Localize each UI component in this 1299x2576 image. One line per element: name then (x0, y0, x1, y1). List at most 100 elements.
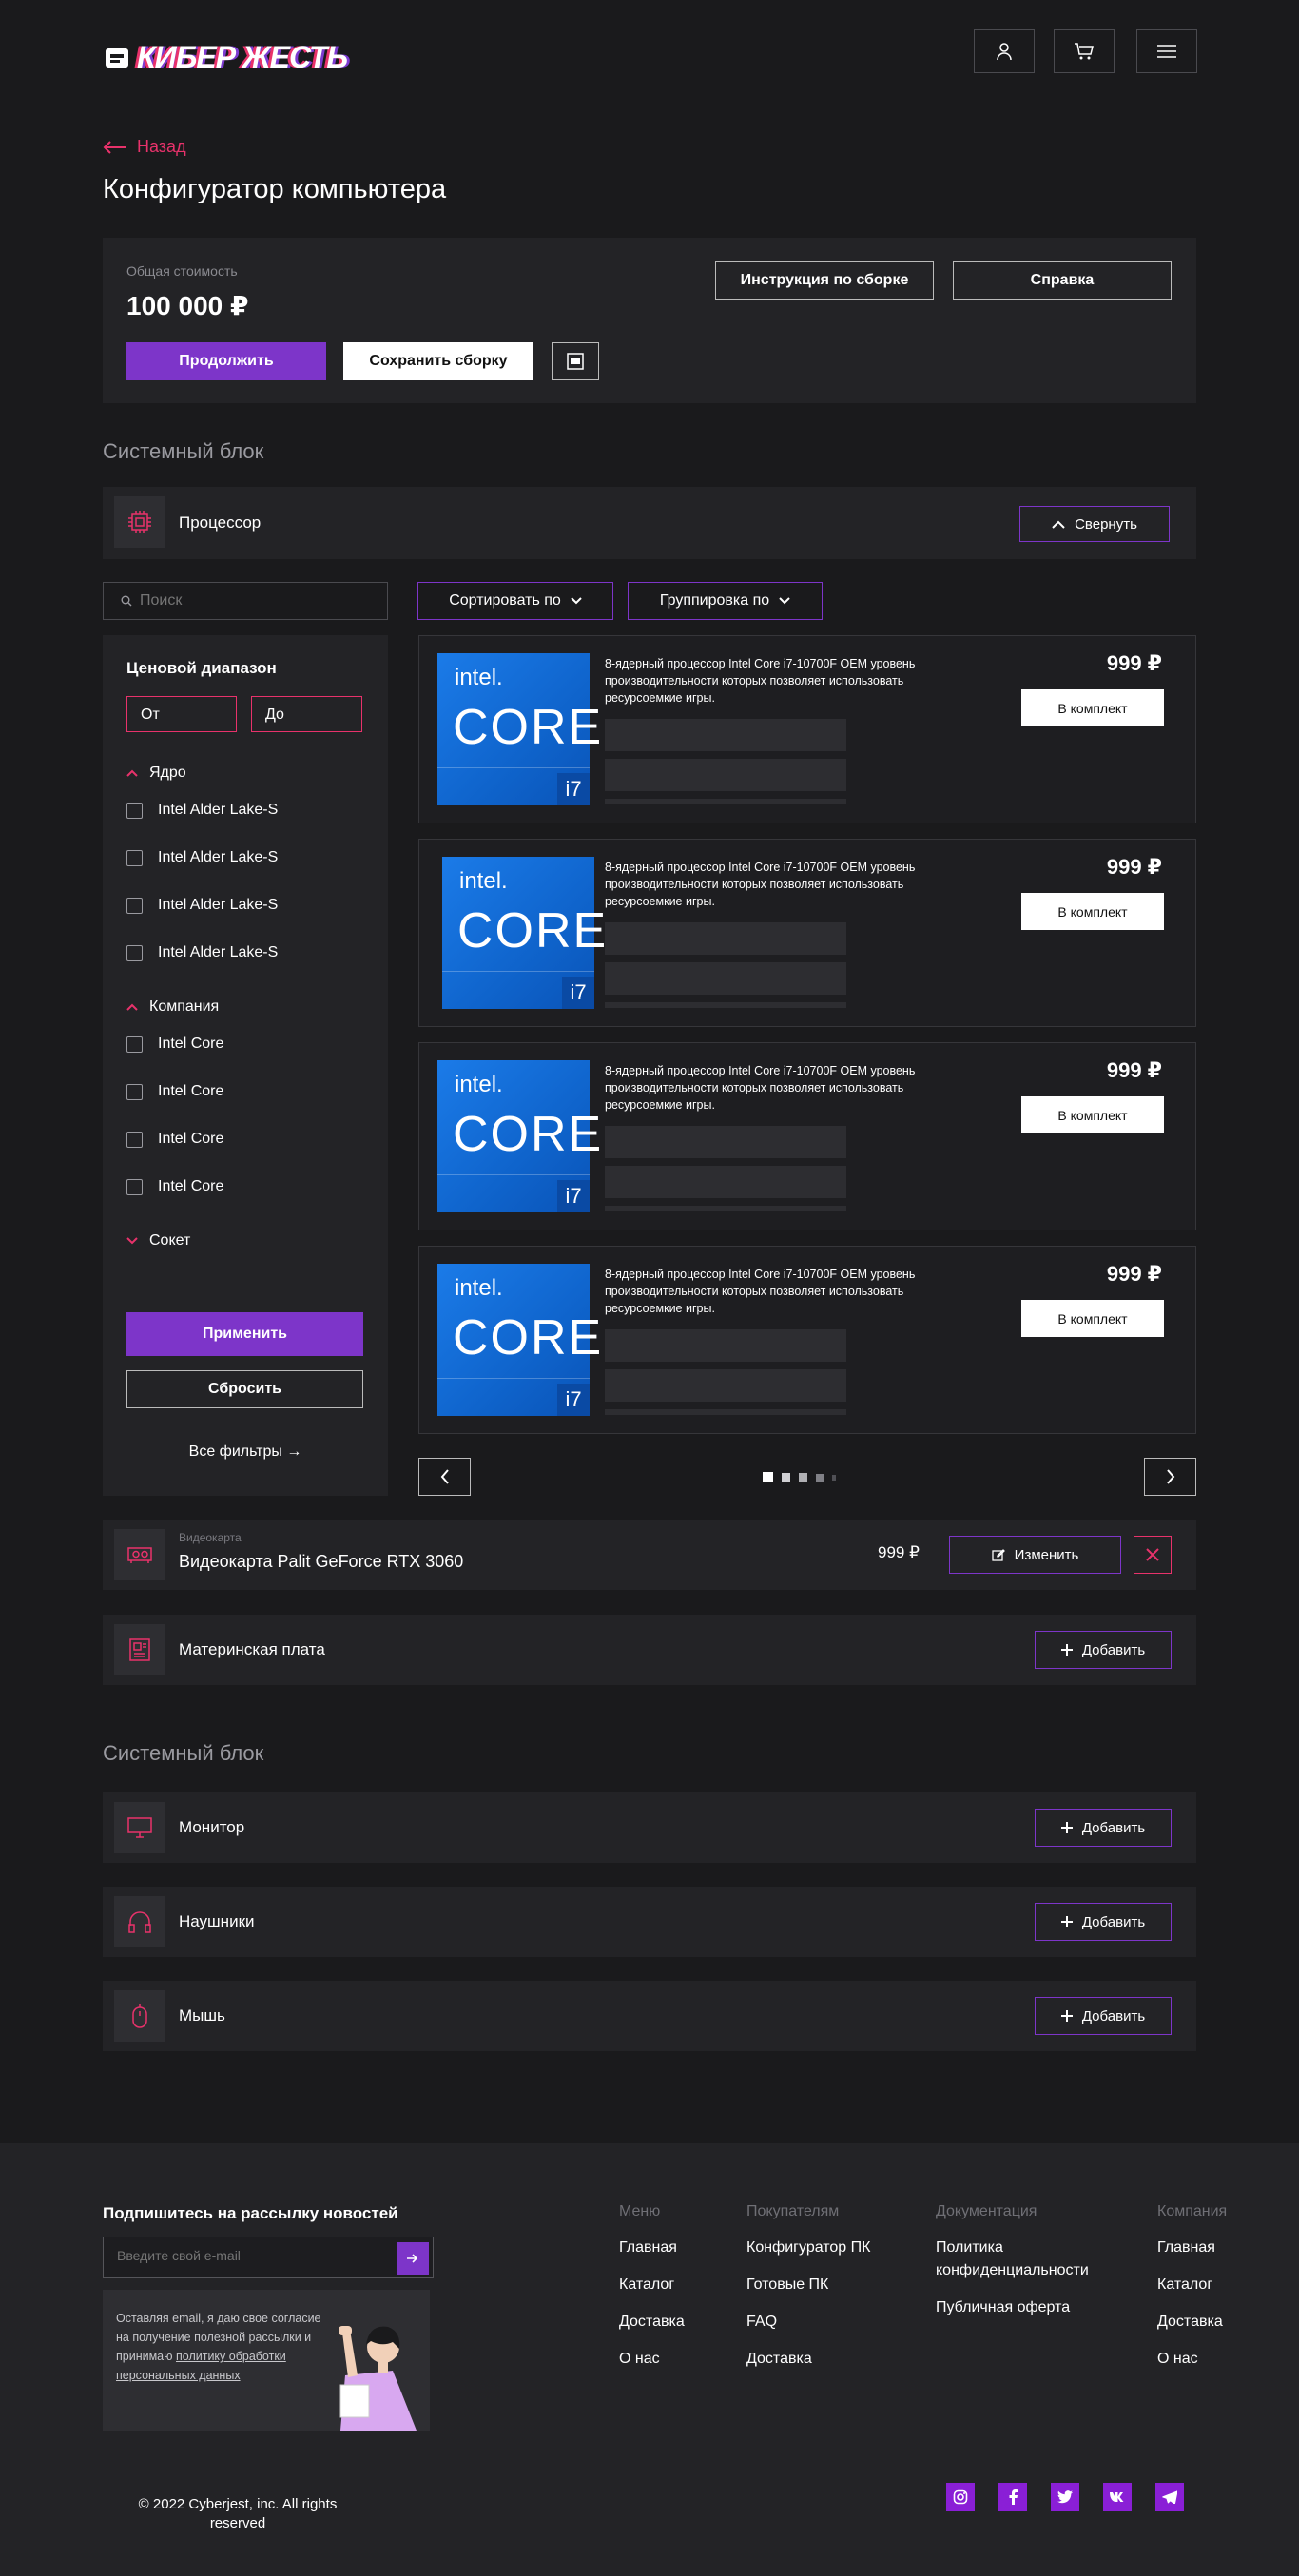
footer-link[interactable]: Каталог (619, 2274, 674, 2296)
profile-button[interactable] (974, 29, 1035, 73)
product-card: intel. CORE i7 8-ядерный процессор Intel C… (418, 1246, 1196, 1434)
group-label: Группировка по (659, 592, 770, 609)
filter-checkbox[interactable]: Intel Alder Lake-S (126, 849, 278, 866)
footer-link[interactable]: Публичная оферта (936, 2296, 1070, 2319)
filter-group-core[interactable]: Ядро (126, 765, 186, 782)
filter-group-company[interactable]: Компания (126, 998, 219, 1016)
summary-panel: Общая стоимость 100 000 ₽ Продолжить Сох… (103, 238, 1196, 403)
skeleton-line (605, 1206, 846, 1211)
twitter-icon[interactable] (1051, 2483, 1079, 2511)
add-to-build-button[interactable]: В комплект (1021, 689, 1164, 726)
footer-link[interactable]: Главная (619, 2237, 677, 2259)
add-headphones-button[interactable]: Добавить (1035, 1903, 1172, 1941)
filter-group-socket[interactable]: Сокет (126, 1232, 190, 1249)
chevron-down-icon (126, 1237, 138, 1245)
search-box[interactable] (103, 582, 388, 620)
chevron-up-icon (1052, 520, 1065, 529)
product-description: 8-ядерный процессор Intel Core i7-10700F… (605, 861, 916, 908)
instruction-button[interactable]: Инструкция по сборке (715, 261, 934, 300)
next-page-button[interactable] (1144, 1458, 1196, 1496)
vk-icon[interactable] (1103, 2483, 1132, 2511)
page-dot[interactable] (799, 1473, 807, 1482)
footer-link[interactable]: Каталог (1157, 2274, 1212, 2296)
page-dot-active[interactable] (763, 1472, 773, 1482)
sort-dropdown[interactable]: Сортировать по (417, 582, 613, 620)
filter-checkbox[interactable]: Intel Core (126, 1131, 223, 1148)
add-to-build-button[interactable]: В комплект (1021, 1096, 1164, 1133)
footer-link[interactable]: Конфигуратор ПК (746, 2237, 870, 2259)
collapse-button[interactable]: Свернуть (1019, 506, 1170, 542)
product-price: 999 ₽ (1106, 855, 1162, 879)
reset-filters-button[interactable]: Сбросить (126, 1370, 363, 1408)
footer-link[interactable]: Политика конфиденциальности (936, 2237, 1107, 2282)
footer-link[interactable]: Главная (1157, 2237, 1215, 2259)
product-brand: intel. (459, 868, 508, 894)
logo[interactable]: КИБЕР ЖЕСТЬ (103, 40, 348, 75)
add-to-build-button[interactable]: В комплект (1021, 893, 1164, 930)
checkbox[interactable] (126, 1178, 143, 1195)
checkbox[interactable] (126, 1036, 143, 1053)
telegram-icon[interactable] (1155, 2483, 1184, 2511)
menu-button[interactable] (1136, 29, 1197, 73)
mouse-row: Мышь Добавить (103, 1981, 1196, 2051)
headphones-icon (114, 1896, 165, 1947)
filter-checkbox[interactable]: Intel Alder Lake-S (126, 897, 278, 914)
skeleton-line (605, 799, 846, 804)
all-filters-link[interactable]: Все фильтры → (103, 1443, 388, 1461)
filter-checkbox[interactable]: Intel Core (126, 1036, 223, 1053)
page-dot[interactable] (832, 1474, 836, 1481)
filter-checkbox[interactable]: Intel Alder Lake-S (126, 944, 278, 961)
checkbox-label: Intel Alder Lake-S (158, 897, 279, 913)
filter-checkbox[interactable]: Intel Core (126, 1083, 223, 1100)
skeleton-line (605, 759, 846, 791)
subscribe-button[interactable] (397, 2242, 429, 2275)
page-dot[interactable] (782, 1473, 790, 1482)
add-to-build-button[interactable]: В комплект (1021, 1300, 1164, 1337)
footer-link[interactable]: FAQ (746, 2311, 777, 2334)
prev-page-button[interactable] (418, 1458, 471, 1496)
plus-icon (1060, 1644, 1073, 1656)
checkbox[interactable] (126, 897, 143, 914)
email-input[interactable] (117, 2248, 374, 2263)
change-button[interactable]: Изменить (949, 1536, 1121, 1574)
checkbox[interactable] (126, 944, 143, 961)
save-build-button[interactable]: Сохранить сборку (343, 342, 533, 380)
page-dot[interactable] (816, 1473, 824, 1482)
checkbox[interactable] (126, 802, 143, 819)
price-to-input[interactable]: До (251, 696, 362, 732)
pdf-icon (567, 353, 584, 370)
product-brand: intel. (455, 1275, 503, 1301)
checkbox-label: Intel Core (158, 1131, 224, 1147)
price-from-input[interactable]: От (126, 696, 237, 732)
filter-checkbox[interactable]: Intel Alder Lake-S (126, 802, 278, 819)
chevron-down-icon (779, 597, 790, 605)
group-dropdown[interactable]: Группировка по (628, 582, 823, 620)
footer-link[interactable]: Доставка (619, 2311, 685, 2334)
copyright: © 2022 Cyberjest, inc. All rights reserv… (138, 2496, 338, 2531)
export-pdf-button[interactable] (552, 342, 599, 380)
apply-filters-button[interactable]: Применить (126, 1312, 363, 1356)
add-monitor-button[interactable]: Добавить (1035, 1809, 1172, 1847)
checkbox[interactable] (126, 849, 143, 866)
instagram-icon[interactable] (946, 2483, 975, 2511)
add-motherboard-button[interactable]: Добавить (1035, 1631, 1172, 1669)
search-icon (121, 595, 132, 607)
footer-link[interactable]: Доставка (1157, 2311, 1223, 2334)
footer-link[interactable]: О нас (1157, 2348, 1198, 2371)
facebook-icon[interactable] (998, 2483, 1027, 2511)
skeleton-line (605, 1002, 846, 1008)
footer-link[interactable]: Доставка (746, 2348, 812, 2371)
continue-button[interactable]: Продолжить (126, 342, 326, 380)
checkbox[interactable] (126, 1083, 143, 1100)
footer-link[interactable]: О нас (619, 2348, 660, 2371)
footer-link[interactable]: Готовые ПК (746, 2274, 828, 2296)
remove-button[interactable] (1134, 1536, 1172, 1574)
back-link[interactable]: Назад (103, 137, 186, 157)
filter-checkbox[interactable]: Intel Core (126, 1178, 223, 1195)
search-input[interactable] (140, 592, 368, 610)
checkbox[interactable] (126, 1131, 143, 1148)
add-mouse-button[interactable]: Добавить (1035, 1997, 1172, 2035)
page: КИБЕР ЖЕСТЬ Назад Конфигуратор компьютер… (0, 0, 1299, 2576)
cart-button[interactable] (1054, 29, 1115, 73)
help-button[interactable]: Справка (953, 261, 1172, 300)
